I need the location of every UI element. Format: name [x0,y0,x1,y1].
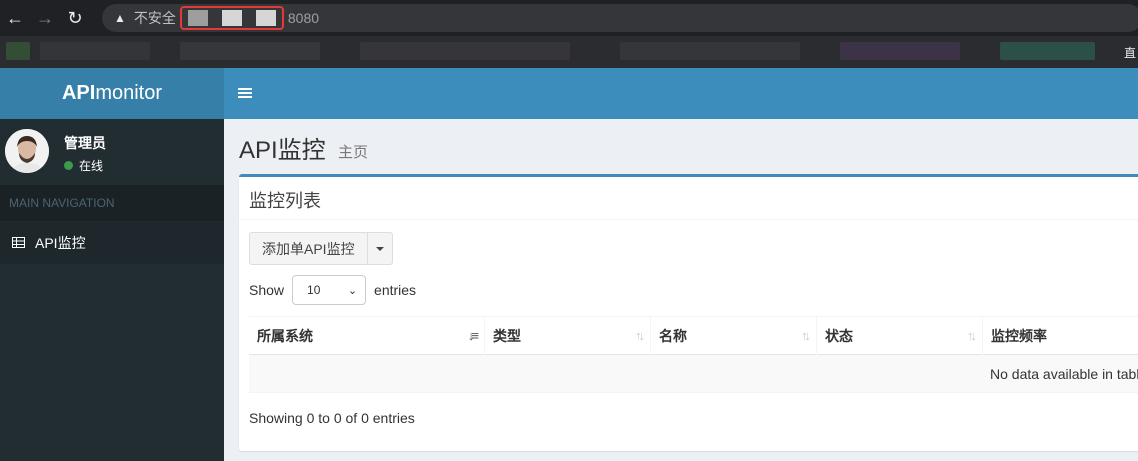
column-label: 监控频率 [991,328,1047,344]
column-label: 状态 [825,328,853,344]
user-status: 在线 [64,157,103,174]
back-arrow-icon[interactable]: ← [0,0,30,36]
monitor-table: 所属系统 ↓≡ 类型 ↑↓ 名称 ↑↓ 状态 ↑↓ 监控频率 No data a… [249,316,1138,393]
divider [239,219,1138,220]
sort-icon: ↑↓ [967,328,977,343]
chevron-down-icon: ⌄ [347,284,358,297]
monitor-list-box: 监控列表 添加单API监控 Show 10 ⌄ entries 所属系统 ↓≡ … [239,174,1138,451]
nav-header: MAIN NAVIGATION [0,185,224,221]
forward-arrow-icon[interactable]: → [30,0,60,36]
bookmarks-bar: 直 [0,36,1138,68]
table-info: Showing 0 to 0 of 0 entries [249,410,415,426]
table-icon [12,235,25,251]
app-logo[interactable]: API monitor [0,68,224,119]
bookmark-item[interactable] [180,42,320,60]
logo-bold-text: API [61,82,96,104]
sidebar-item-label: API监控 [35,235,86,251]
bookmark-item[interactable] [840,42,960,60]
address-bar[interactable]: ▲ 不安全 8080 [102,4,1138,32]
sort-icon: ↑↓ [635,328,645,343]
column-header-name[interactable]: 名称 ↑↓ [651,317,817,355]
avatar [5,129,49,173]
sidebar-item-api-monitor[interactable]: API监控 [0,222,224,264]
column-label: 名称 [659,328,687,344]
menu-toggle-icon[interactable] [238,84,252,102]
sort-icon: ↑↓ [801,328,811,343]
browser-toolbar: ← → ↻ ▲ 不安全 8080 [0,0,1138,36]
online-dot-icon [64,161,73,170]
user-panel: 管理员 在线 [0,119,224,183]
logo-light-text: monitor [95,82,163,104]
show-label: Show [249,282,285,298]
box-title: 监控列表 [249,191,321,211]
column-label: 所属系统 [257,328,313,344]
bookmark-item[interactable] [40,42,150,60]
sidebar: 管理员 在线 MAIN NAVIGATION API监控 [0,119,224,461]
add-button-group: 添加单API监控 [249,232,393,265]
user-name: 管理员 [64,135,106,151]
bookmark-item[interactable] [620,42,800,60]
column-header-system[interactable]: 所属系统 ↓≡ [249,317,485,355]
redacted-host [179,6,284,30]
column-header-type[interactable]: 类型 ↑↓ [485,317,651,355]
column-label: 类型 [493,328,521,344]
column-header-status[interactable]: 状态 ↑↓ [817,317,983,355]
page-subtitle: 主页 [338,144,369,161]
bookmark-item[interactable] [1000,42,1095,60]
entries-label: entries [374,282,417,298]
entries-length-control: Show 10 ⌄ entries [249,275,416,305]
top-navbar [224,68,1138,119]
add-api-monitor-button[interactable]: 添加单API监控 [249,232,368,265]
user-status-label: 在线 [79,159,104,173]
warning-icon: ▲ [114,11,126,25]
bookmark-item[interactable] [360,42,570,60]
reload-icon[interactable]: ↻ [60,0,90,36]
table-row: No data available in table [249,355,1138,393]
bookmark-item[interactable] [6,42,30,60]
entries-select-value: 10 [307,283,321,297]
table-header: 所属系统 ↓≡ 类型 ↑↓ 名称 ↑↓ 状态 ↑↓ 监控频率 [249,317,1138,355]
caret-down-icon [375,246,384,251]
url-port: 8080 [287,10,320,26]
bookmark-overflow[interactable]: 直 [1124,44,1136,61]
page-title: API监控 [239,137,326,164]
column-header-frequency[interactable]: 监控频率 [983,317,1138,355]
security-label: 不安全 [133,10,176,26]
empty-table-message: No data available in table [990,366,1138,382]
add-dropdown-toggle[interactable] [367,232,393,265]
sort-asc-icon: ↓≡ [467,328,479,343]
entries-select[interactable]: 10 ⌄ [292,275,367,305]
